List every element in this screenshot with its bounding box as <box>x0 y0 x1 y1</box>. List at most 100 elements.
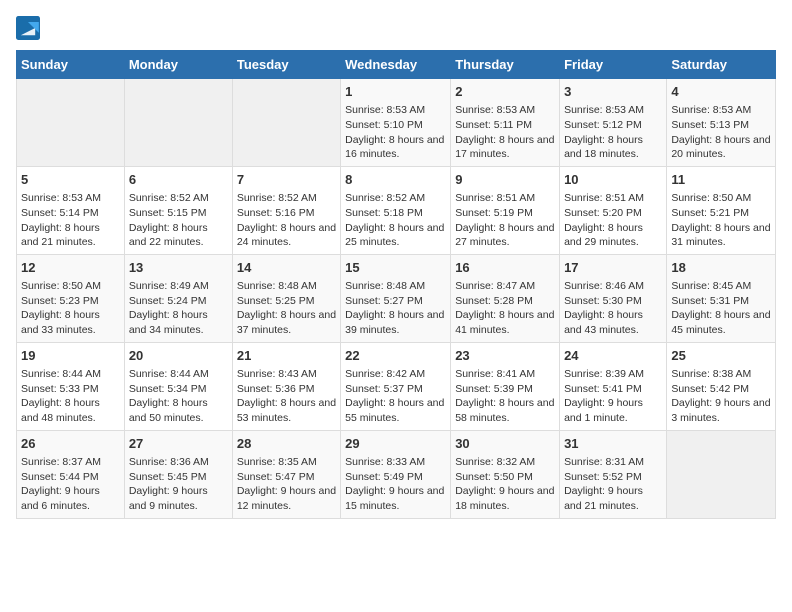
day-cell: 17 Sunrise: 8:46 AM Sunset: 5:30 PM Dayli… <box>560 254 667 342</box>
header-row: SundayMondayTuesdayWednesdayThursdayFrid… <box>17 51 776 79</box>
day-cell: 21 Sunrise: 8:43 AM Sunset: 5:36 PM Dayli… <box>232 342 340 430</box>
day-number: 22 <box>345 347 446 365</box>
day-info: Sunrise: 8:35 AM Sunset: 5:47 PM Dayligh… <box>237 455 336 514</box>
day-number: 11 <box>671 171 771 189</box>
day-info: Sunrise: 8:51 AM Sunset: 5:20 PM Dayligh… <box>564 191 662 250</box>
day-cell: 28 Sunrise: 8:35 AM Sunset: 5:47 PM Dayli… <box>232 430 340 518</box>
day-cell: 14 Sunrise: 8:48 AM Sunset: 5:25 PM Dayli… <box>232 254 340 342</box>
week-row-1: 1 Sunrise: 8:53 AM Sunset: 5:10 PM Daylig… <box>17 79 776 167</box>
day-info: Sunrise: 8:44 AM Sunset: 5:33 PM Dayligh… <box>21 367 120 426</box>
day-number: 6 <box>129 171 228 189</box>
day-cell: 19 Sunrise: 8:44 AM Sunset: 5:33 PM Dayli… <box>17 342 125 430</box>
day-number: 18 <box>671 259 771 277</box>
day-info: Sunrise: 8:32 AM Sunset: 5:50 PM Dayligh… <box>455 455 555 514</box>
week-row-2: 5 Sunrise: 8:53 AM Sunset: 5:14 PM Daylig… <box>17 166 776 254</box>
day-info: Sunrise: 8:37 AM Sunset: 5:44 PM Dayligh… <box>21 455 120 514</box>
day-number: 27 <box>129 435 228 453</box>
day-cell: 8Sunrise: 8:52 AM Sunset: 5:18 PM Daylig… <box>341 166 451 254</box>
day-number: 20 <box>129 347 228 365</box>
day-cell <box>667 430 776 518</box>
week-row-3: 12 Sunrise: 8:50 AM Sunset: 5:23 PM Dayli… <box>17 254 776 342</box>
header-friday: Friday <box>560 51 667 79</box>
day-info: Sunrise: 8:41 AM Sunset: 5:39 PM Dayligh… <box>455 367 555 426</box>
day-cell: 16 Sunrise: 8:47 AM Sunset: 5:28 PM Dayli… <box>451 254 560 342</box>
header-wednesday: Wednesday <box>341 51 451 79</box>
day-info: Sunrise: 8:46 AM Sunset: 5:30 PM Dayligh… <box>564 279 662 338</box>
day-number: 26 <box>21 435 120 453</box>
day-info: Sunrise: 8:47 AM Sunset: 5:28 PM Dayligh… <box>455 279 555 338</box>
day-number: 25 <box>671 347 771 365</box>
day-number: 16 <box>455 259 555 277</box>
day-info: Sunrise: 8:53 AM Sunset: 5:12 PM Dayligh… <box>564 103 662 162</box>
day-info: Sunrise: 8:50 AM Sunset: 5:23 PM Dayligh… <box>21 279 120 338</box>
day-cell: 23Sunrise: 8:41 AM Sunset: 5:39 PM Dayli… <box>451 342 560 430</box>
day-info: Sunrise: 8:39 AM Sunset: 5:41 PM Dayligh… <box>564 367 662 426</box>
week-row-4: 19 Sunrise: 8:44 AM Sunset: 5:33 PM Dayli… <box>17 342 776 430</box>
day-cell: 2 Sunrise: 8:53 AM Sunset: 5:11 PM Daylig… <box>451 79 560 167</box>
day-cell: 6 Sunrise: 8:52 AM Sunset: 5:15 PM Daylig… <box>124 166 232 254</box>
day-info: Sunrise: 8:52 AM Sunset: 5:18 PM Dayligh… <box>345 191 446 250</box>
day-cell: 25 Sunrise: 8:38 AM Sunset: 5:42 PM Dayli… <box>667 342 776 430</box>
day-number: 17 <box>564 259 662 277</box>
day-cell: 22Sunrise: 8:42 AM Sunset: 5:37 PM Dayli… <box>341 342 451 430</box>
day-number: 4 <box>671 83 771 101</box>
header-sunday: Sunday <box>17 51 125 79</box>
day-info: Sunrise: 8:31 AM Sunset: 5:52 PM Dayligh… <box>564 455 662 514</box>
day-number: 2 <box>455 83 555 101</box>
day-cell: 10Sunrise: 8:51 AM Sunset: 5:20 PM Dayli… <box>560 166 667 254</box>
day-info: Sunrise: 8:45 AM Sunset: 5:31 PM Dayligh… <box>671 279 771 338</box>
day-number: 12 <box>21 259 120 277</box>
calendar-body: 1 Sunrise: 8:53 AM Sunset: 5:10 PM Daylig… <box>17 79 776 519</box>
day-number: 31 <box>564 435 662 453</box>
day-number: 15 <box>345 259 446 277</box>
day-number: 19 <box>21 347 120 365</box>
day-info: Sunrise: 8:53 AM Sunset: 5:10 PM Dayligh… <box>345 103 446 162</box>
day-cell: 26 Sunrise: 8:37 AM Sunset: 5:44 PM Dayli… <box>17 430 125 518</box>
calendar-header: SundayMondayTuesdayWednesdayThursdayFrid… <box>17 51 776 79</box>
day-info: Sunrise: 8:43 AM Sunset: 5:36 PM Dayligh… <box>237 367 336 426</box>
day-cell: 5 Sunrise: 8:53 AM Sunset: 5:14 PM Daylig… <box>17 166 125 254</box>
day-info: Sunrise: 8:52 AM Sunset: 5:16 PM Dayligh… <box>237 191 336 250</box>
day-number: 21 <box>237 347 336 365</box>
day-cell: 30 Sunrise: 8:32 AM Sunset: 5:50 PM Dayli… <box>451 430 560 518</box>
day-cell <box>17 79 125 167</box>
logo-icon <box>16 16 40 40</box>
day-cell: 3 Sunrise: 8:53 AM Sunset: 5:12 PM Daylig… <box>560 79 667 167</box>
day-info: Sunrise: 8:48 AM Sunset: 5:25 PM Dayligh… <box>237 279 336 338</box>
day-number: 1 <box>345 83 446 101</box>
day-info: Sunrise: 8:51 AM Sunset: 5:19 PM Dayligh… <box>455 191 555 250</box>
day-cell: 13 Sunrise: 8:49 AM Sunset: 5:24 PM Dayli… <box>124 254 232 342</box>
day-number: 14 <box>237 259 336 277</box>
day-info: Sunrise: 8:53 AM Sunset: 5:13 PM Dayligh… <box>671 103 771 162</box>
day-number: 5 <box>21 171 120 189</box>
day-number: 9 <box>455 171 555 189</box>
day-info: Sunrise: 8:33 AM Sunset: 5:49 PM Dayligh… <box>345 455 446 514</box>
day-info: Sunrise: 8:53 AM Sunset: 5:14 PM Dayligh… <box>21 191 120 250</box>
day-number: 3 <box>564 83 662 101</box>
day-cell: 20 Sunrise: 8:44 AM Sunset: 5:34 PM Dayli… <box>124 342 232 430</box>
day-info: Sunrise: 8:44 AM Sunset: 5:34 PM Dayligh… <box>129 367 228 426</box>
day-number: 29 <box>345 435 446 453</box>
day-number: 30 <box>455 435 555 453</box>
day-info: Sunrise: 8:52 AM Sunset: 5:15 PM Dayligh… <box>129 191 228 250</box>
header-saturday: Saturday <box>667 51 776 79</box>
day-info: Sunrise: 8:38 AM Sunset: 5:42 PM Dayligh… <box>671 367 771 426</box>
day-cell <box>124 79 232 167</box>
day-info: Sunrise: 8:49 AM Sunset: 5:24 PM Dayligh… <box>129 279 228 338</box>
day-cell: 15Sunrise: 8:48 AM Sunset: 5:27 PM Dayli… <box>341 254 451 342</box>
day-number: 24 <box>564 347 662 365</box>
day-cell: 27Sunrise: 8:36 AM Sunset: 5:45 PM Dayli… <box>124 430 232 518</box>
page-header <box>16 16 776 40</box>
day-cell: 18 Sunrise: 8:45 AM Sunset: 5:31 PM Dayli… <box>667 254 776 342</box>
day-cell <box>232 79 340 167</box>
day-number: 28 <box>237 435 336 453</box>
day-cell: 9 Sunrise: 8:51 AM Sunset: 5:19 PM Daylig… <box>451 166 560 254</box>
calendar-table: SundayMondayTuesdayWednesdayThursdayFrid… <box>16 50 776 519</box>
day-number: 13 <box>129 259 228 277</box>
day-cell: 1 Sunrise: 8:53 AM Sunset: 5:10 PM Daylig… <box>341 79 451 167</box>
day-cell: 7Sunrise: 8:52 AM Sunset: 5:16 PM Daylig… <box>232 166 340 254</box>
logo <box>16 16 44 40</box>
day-info: Sunrise: 8:53 AM Sunset: 5:11 PM Dayligh… <box>455 103 555 162</box>
header-monday: Monday <box>124 51 232 79</box>
day-cell: 12 Sunrise: 8:50 AM Sunset: 5:23 PM Dayli… <box>17 254 125 342</box>
